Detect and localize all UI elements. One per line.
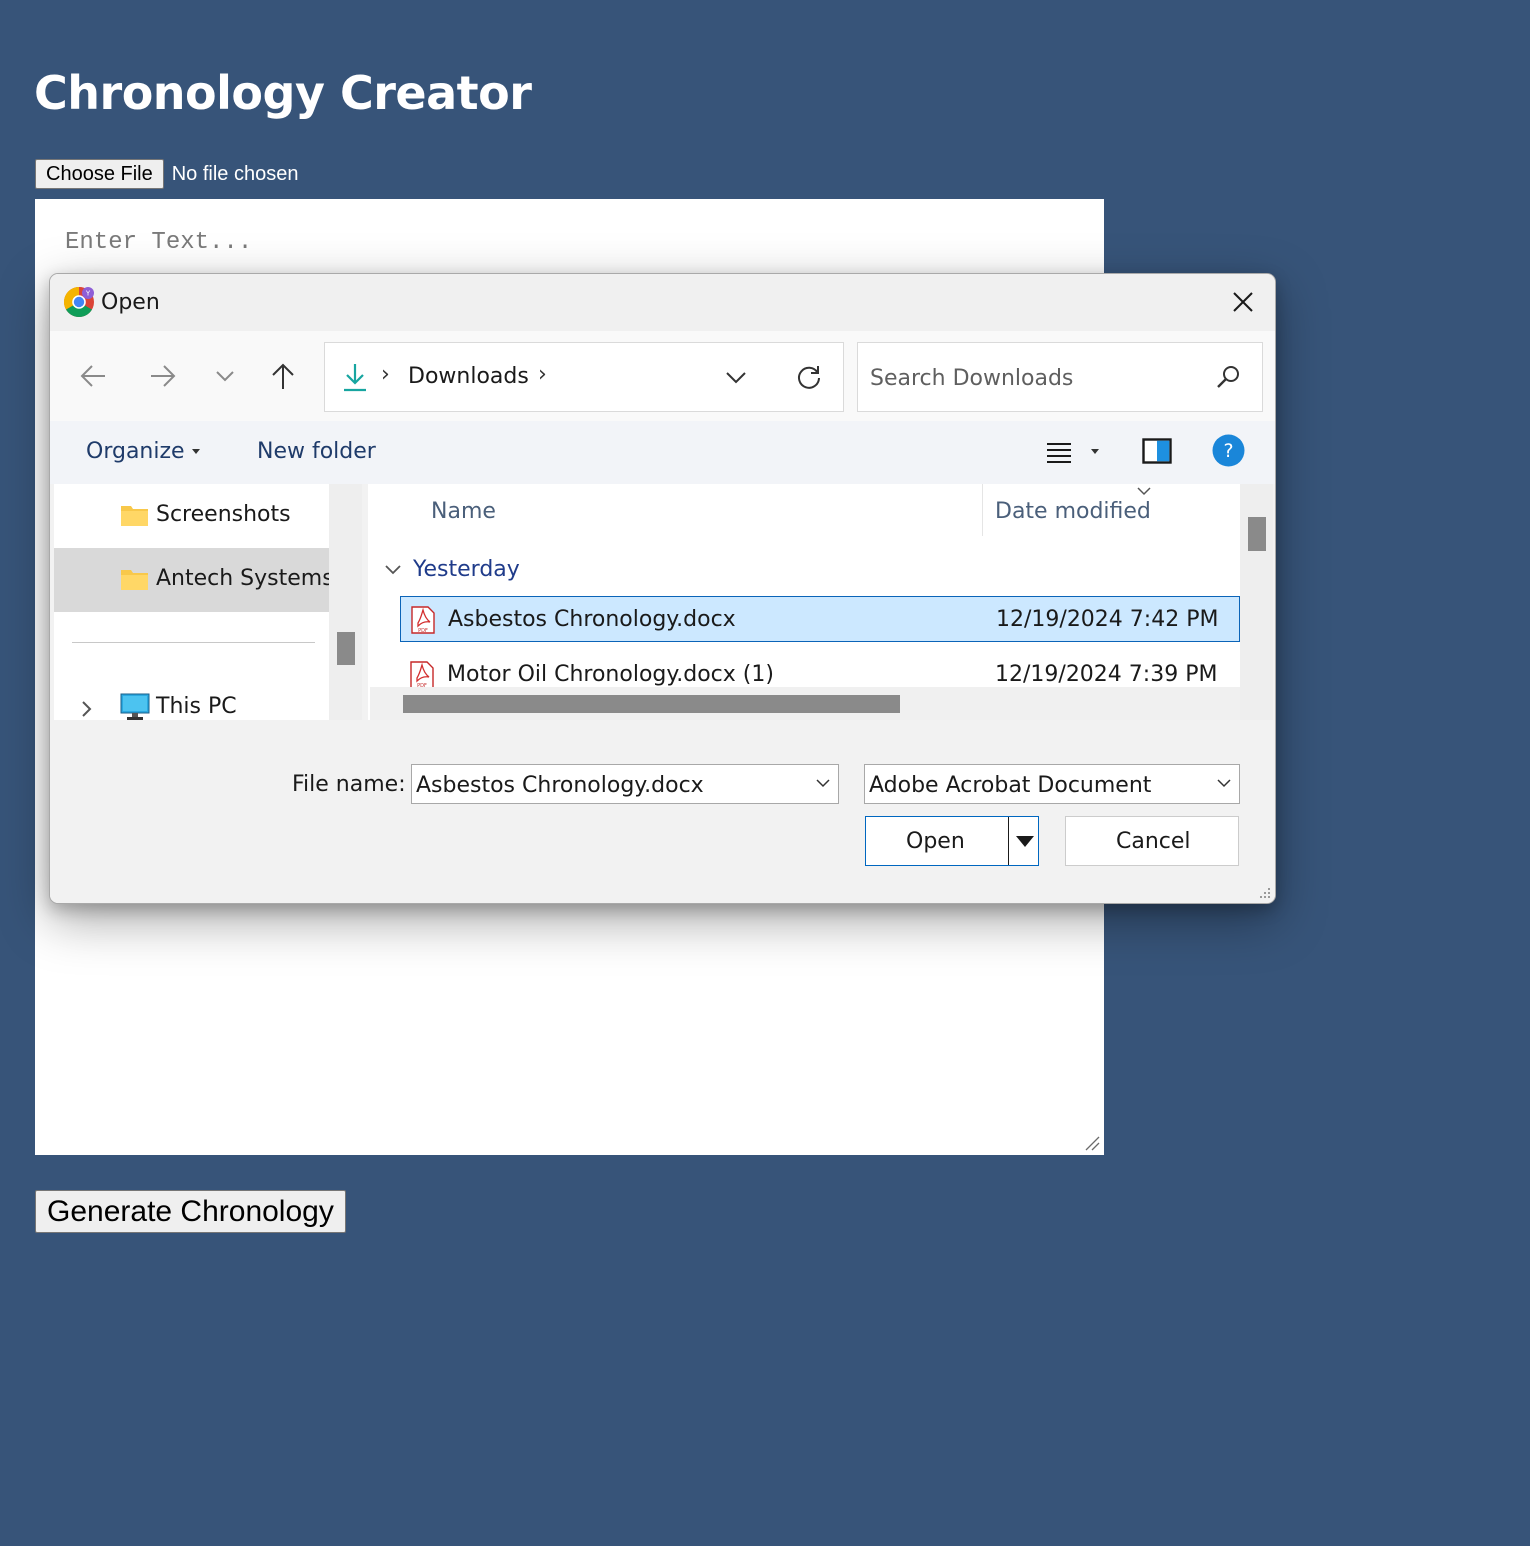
file-list-horizontal-scrollbar[interactable] (370, 687, 1240, 720)
column-header-name[interactable]: Name (431, 499, 496, 524)
chevron-down-icon[interactable] (1217, 778, 1231, 788)
refresh-icon[interactable] (795, 363, 823, 391)
up-arrow-icon[interactable] (268, 361, 298, 391)
caret-down-icon[interactable] (1016, 836, 1034, 848)
no-file-label: No file chosen (171, 162, 299, 185)
breadcrumb-downloads[interactable]: Downloads (408, 364, 529, 389)
generate-chronology-button[interactable]: Generate Chronology (35, 1190, 346, 1233)
file-list-vertical-scrollbar[interactable] (1240, 484, 1273, 720)
scrollbar-thumb[interactable] (337, 632, 355, 665)
folder-icon (121, 506, 148, 526)
file-date-modified: 12/19/2024 7:39 PM (995, 662, 1218, 687)
sidebar-item-label: Screenshots (156, 502, 291, 527)
file-row[interactable]: PDF Asbestos Chronology.docx 12/19/2024 7:… (400, 596, 1240, 642)
split-divider (1008, 817, 1009, 865)
text-placeholder: Enter Text... (65, 229, 253, 256)
sidebar-item-screenshots[interactable]: Screenshots (54, 484, 329, 548)
breadcrumb-separator[interactable]: › (538, 362, 547, 387)
choose-file-button[interactable]: Choose File (35, 159, 164, 189)
page-title: Chronology Creator (34, 66, 532, 120)
filename-label: File name: (292, 772, 406, 797)
dialog-titlebar: Y Open (50, 274, 1275, 331)
chevron-down-icon[interactable] (210, 361, 240, 391)
open-file-dialog: Y Open › Downloads › Search Downloads Or… (49, 273, 1276, 904)
open-button[interactable]: Open (865, 816, 1039, 866)
navigation-bar: › Downloads › (50, 331, 1275, 421)
svg-text:PDF: PDF (418, 628, 428, 634)
filetype-select[interactable]: Adobe Acrobat Document (864, 764, 1240, 804)
sidebar-scrollbar[interactable] (329, 484, 362, 720)
chevron-down-icon[interactable] (384, 563, 402, 577)
close-icon[interactable] (1229, 288, 1257, 316)
chevron-down-icon[interactable] (724, 365, 748, 389)
caret-down-icon[interactable] (1091, 449, 1099, 455)
scrollbar-thumb[interactable] (403, 695, 900, 713)
search-input[interactable] (868, 361, 1202, 395)
pdf-icon: PDF (410, 661, 434, 689)
organize-menu[interactable]: Organize (86, 439, 185, 464)
svg-text:?: ? (1223, 440, 1233, 462)
open-button-label: Open (906, 829, 965, 854)
folder-icon (121, 570, 148, 590)
help-icon[interactable]: ? (1212, 434, 1245, 467)
resize-grip-icon[interactable] (1084, 1135, 1100, 1151)
sidebar-item-label: Antech Systems (156, 566, 329, 591)
caret-down-icon[interactable] (192, 449, 200, 455)
download-icon (344, 364, 366, 392)
file-name: Asbestos Chronology.docx (448, 607, 736, 632)
filename-combobox[interactable]: Asbestos Chronology.docx (411, 764, 839, 804)
scrollbar-thumb[interactable] (1248, 517, 1266, 551)
resize-grip-icon[interactable] (1258, 886, 1272, 900)
new-folder-button[interactable]: New folder (257, 439, 376, 464)
search-icon[interactable] (1214, 363, 1242, 391)
column-header-date-modified[interactable]: Date modified (995, 499, 1151, 524)
file-name: Motor Oil Chronology.docx (1) (447, 662, 774, 687)
navigation-pane: Screenshots Antech Systems This PC (54, 484, 329, 720)
view-list-icon[interactable] (1045, 439, 1073, 465)
file-input[interactable]: Choose File No file chosen (35, 159, 298, 189)
breadcrumb-separator[interactable]: › (381, 362, 390, 387)
sidebar-item-label: This PC (156, 694, 237, 719)
column-separator[interactable] (982, 484, 983, 536)
filetype-value[interactable]: Adobe Acrobat Document (869, 773, 1151, 798)
back-arrow-icon[interactable] (78, 361, 108, 391)
pdf-icon: PDF (411, 606, 435, 634)
sort-chevron-icon (1137, 487, 1151, 496)
sidebar-item-this-pc[interactable]: This PC (54, 676, 329, 720)
forward-arrow-icon[interactable] (148, 361, 178, 391)
filename-value[interactable]: Asbestos Chronology.docx (416, 773, 704, 798)
chrome-icon: Y (63, 287, 94, 318)
sidebar-item-antech-systems[interactable]: Antech Systems (54, 548, 329, 612)
file-list: Name Date modified Yesterday PDF Asbestos… (368, 484, 1240, 720)
search-box[interactable] (857, 342, 1263, 412)
preview-pane-icon[interactable] (1142, 438, 1172, 464)
chevron-down-icon[interactable] (816, 778, 830, 788)
file-date-modified: 12/19/2024 7:42 PM (996, 607, 1219, 632)
cancel-button-label: Cancel (1116, 829, 1191, 854)
group-header-yesterday[interactable]: Yesterday (413, 557, 520, 582)
dialog-title: Open (101, 290, 160, 315)
sidebar-divider (72, 642, 315, 643)
computer-icon (120, 693, 150, 720)
cancel-button[interactable]: Cancel (1065, 816, 1239, 866)
dialog-footer: File name: Asbestos Chronology.docx Adob… (50, 720, 1275, 903)
address-bar[interactable]: › Downloads › (324, 342, 844, 412)
svg-text:Y: Y (85, 290, 91, 298)
command-toolbar: Organize New folder ? (50, 421, 1275, 484)
